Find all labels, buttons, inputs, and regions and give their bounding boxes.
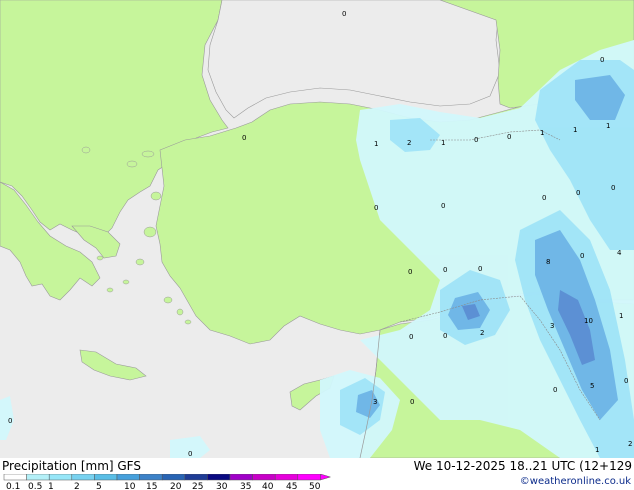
map-value: 0: [553, 386, 557, 394]
map-value: 0: [474, 136, 478, 144]
map-value: 1: [573, 126, 577, 134]
scale-tick-label: 5: [96, 482, 102, 490]
scale-color-box: [161, 474, 186, 481]
scale-tick-label: 40: [262, 482, 274, 490]
map-value: 0: [600, 56, 604, 64]
map-value: 8: [546, 258, 550, 266]
map-value: 0: [443, 266, 447, 274]
scale-color-box: [252, 474, 276, 481]
map-value: 0: [242, 134, 246, 142]
scale-color-box: [116, 474, 140, 481]
map-value: 1: [619, 312, 623, 320]
map-value: 0: [188, 450, 192, 458]
scale-tick-label: 45: [286, 482, 297, 490]
scale-color-box: [184, 474, 208, 481]
scale-tick-label: 30: [216, 482, 228, 490]
map-value: 0: [8, 417, 12, 425]
map-canvas: 0 0 0 1 2 1 0 0 1 1 1 0 0 0 0 0 0 0 8 0 …: [0, 0, 634, 458]
scale-tick-label: 1: [48, 482, 54, 490]
map-value: 0: [478, 265, 482, 273]
product-title: Precipitation [mm] GFS: [2, 459, 141, 473]
color-scale-ticks: 0.1 0.5 1 2 5 10 15 20 25 30 35 40 45 50: [6, 482, 321, 490]
map-value: 0: [624, 377, 628, 385]
scale-color-box: [71, 474, 95, 481]
valid-time-label: We 10-12-2025 18..21 UTC (12+129: [413, 459, 632, 473]
scale-tick-label: 20: [170, 482, 182, 490]
scale-arrow: [320, 474, 332, 481]
scale-tick-label: 0.1: [6, 482, 20, 490]
scale-color-box: [207, 474, 231, 481]
map-value: 0: [443, 332, 447, 340]
map-value: 1: [441, 139, 445, 147]
map-value: 2: [407, 139, 411, 147]
color-scale-boxes: [3, 474, 332, 481]
map-value: 3: [550, 322, 554, 330]
precipitation-map: 0 0 0 1 2 1 0 0 1 1 1 0 0 0 0 0 0 0 8 0 …: [0, 0, 634, 458]
color-scale-legend: 0.1 0.5 1 2 5 10 15 20 25 30 35 40 45 50: [3, 474, 332, 490]
map-value: 1: [374, 140, 378, 148]
scale-tick-label: 35: [240, 482, 251, 490]
map-value: 0: [611, 184, 615, 192]
scale-color-box: [297, 474, 321, 481]
credit-link[interactable]: ©weatheronline.co.uk: [520, 476, 631, 487]
scale-color-box: [3, 474, 27, 481]
scale-color-box: [139, 474, 163, 481]
map-value: 0: [507, 133, 511, 141]
map-value: 10: [584, 317, 593, 325]
map-value: 0: [409, 333, 413, 341]
scale-tick-label: 25: [192, 482, 203, 490]
scale-color-box: [94, 474, 118, 481]
map-value: 0: [580, 252, 584, 260]
scale-tick-label: 0.5: [28, 482, 42, 490]
map-value: 1: [606, 122, 610, 130]
map-value: 1: [595, 446, 599, 454]
map-value: 4: [617, 249, 622, 257]
map-value: 0: [441, 202, 445, 210]
scale-tick-label: 50: [309, 482, 321, 490]
scale-color-box: [26, 474, 50, 481]
scale-color-box: [229, 474, 253, 481]
map-value: 0: [408, 268, 412, 276]
map-value: 0: [576, 189, 580, 197]
map-value: 2: [480, 329, 484, 337]
scale-tick-label: 2: [74, 482, 80, 490]
map-value: 2: [628, 440, 632, 448]
scale-color-box: [274, 474, 299, 481]
map-value: 0: [374, 204, 378, 212]
scale-tick-label: 15: [146, 482, 157, 490]
map-value: 1: [540, 129, 544, 137]
map-value: 0: [542, 194, 546, 202]
map-footer: Precipitation [mm] GFS We 10-12-2025 18.…: [0, 458, 634, 490]
map-value: 5: [590, 382, 594, 390]
map-value: 0: [410, 398, 414, 406]
scale-color-box: [48, 474, 73, 481]
map-value: 0: [342, 10, 346, 18]
map-value: 3: [373, 398, 377, 406]
scale-tick-label: 10: [124, 482, 136, 490]
